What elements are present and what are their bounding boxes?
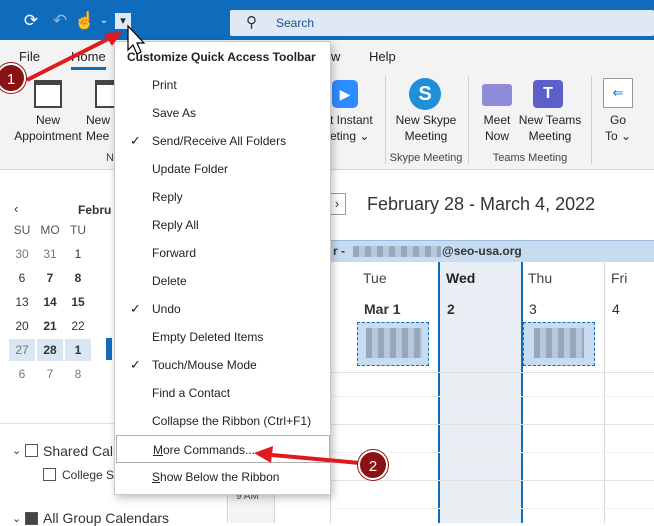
step-2-badge: 2 (358, 450, 388, 480)
mouse-cursor-icon (127, 24, 146, 55)
arrow-1-line (26, 36, 111, 82)
arrow-2-line (271, 453, 361, 465)
annotation-arrows (26, 24, 361, 465)
arrow-2-head (254, 446, 273, 463)
